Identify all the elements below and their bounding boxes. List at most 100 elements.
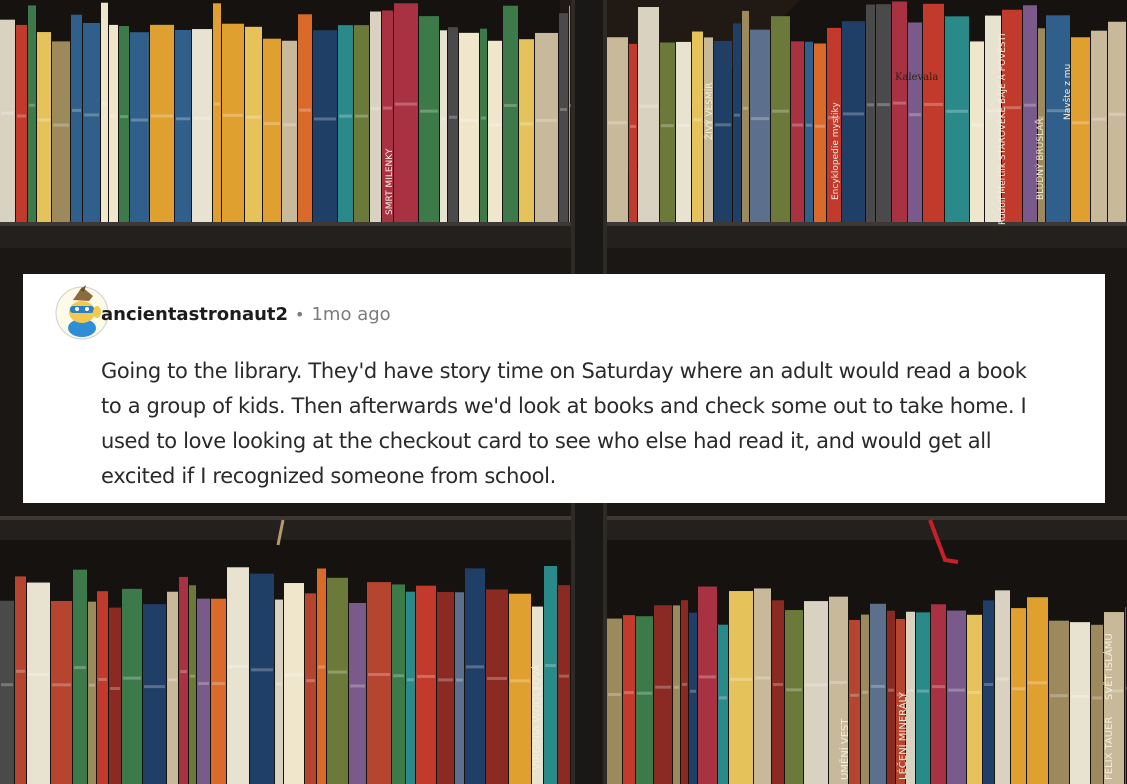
book-spine bbox=[250, 573, 274, 784]
spine-band bbox=[481, 116, 486, 120]
spine-band bbox=[772, 109, 789, 113]
spine-band bbox=[251, 668, 273, 672]
book-spine bbox=[1011, 608, 1026, 784]
spine-band bbox=[677, 123, 690, 127]
book-spine bbox=[908, 22, 922, 224]
spine-band bbox=[84, 113, 99, 117]
book-spine bbox=[535, 32, 558, 225]
spine-band bbox=[867, 103, 874, 107]
book-spine bbox=[282, 40, 297, 225]
spine-band bbox=[264, 122, 280, 126]
spine-band bbox=[674, 685, 679, 689]
spine-band bbox=[299, 108, 311, 112]
spine-band bbox=[190, 674, 195, 678]
spine-band bbox=[110, 686, 120, 690]
book-spine bbox=[16, 24, 27, 224]
spine-title: Encyklopedie mystiky bbox=[831, 102, 841, 200]
spine-band bbox=[449, 115, 457, 119]
book-spine bbox=[923, 3, 944, 225]
spine-band bbox=[407, 678, 414, 682]
spine-band bbox=[545, 664, 556, 668]
book-spine bbox=[465, 568, 485, 784]
username-link[interactable]: ancientastronaut2 bbox=[101, 304, 288, 325]
book-spine bbox=[354, 25, 369, 225]
book-spine bbox=[392, 584, 405, 784]
book-spine bbox=[367, 582, 391, 784]
book-spine bbox=[876, 4, 891, 225]
spine-band bbox=[38, 118, 50, 122]
book-spine bbox=[406, 591, 415, 784]
book-spine bbox=[945, 16, 969, 225]
book-spine bbox=[1108, 21, 1126, 224]
book-spine bbox=[305, 593, 316, 784]
spine-band bbox=[559, 674, 569, 678]
book-spine bbox=[27, 582, 50, 784]
book-spine bbox=[931, 604, 946, 784]
spine-band bbox=[168, 678, 177, 682]
spine-title: Kalevala bbox=[895, 72, 938, 83]
spine-band bbox=[815, 124, 825, 128]
book-spine bbox=[681, 600, 688, 784]
spine-band bbox=[520, 122, 533, 126]
book-spine bbox=[559, 13, 568, 225]
book-spine bbox=[394, 3, 418, 224]
book-spine bbox=[750, 29, 770, 224]
book-spine bbox=[503, 5, 518, 224]
book-spine bbox=[866, 4, 875, 225]
book-spine bbox=[791, 41, 804, 225]
spine-band bbox=[608, 121, 627, 125]
spine-band bbox=[510, 679, 530, 683]
book-spine bbox=[636, 616, 653, 784]
spine-band bbox=[877, 103, 890, 107]
spine-band bbox=[395, 102, 417, 106]
spine-title: Navšte z mu bbox=[1062, 64, 1073, 120]
spine-band bbox=[72, 108, 81, 112]
spine-band bbox=[932, 685, 945, 689]
spine-band bbox=[909, 113, 921, 117]
spine-band bbox=[350, 684, 365, 688]
spine-band bbox=[355, 114, 368, 118]
book-spine bbox=[419, 16, 439, 225]
spine-band bbox=[228, 664, 248, 668]
book-spine bbox=[660, 42, 675, 224]
spine-band bbox=[98, 677, 107, 681]
book-spine bbox=[983, 600, 994, 784]
spine-band bbox=[176, 117, 190, 121]
book-spine bbox=[101, 2, 108, 225]
book-spine bbox=[211, 598, 226, 784]
book-spine bbox=[558, 585, 570, 784]
spine-band bbox=[246, 115, 261, 119]
top-shelf-books bbox=[0, 1, 1126, 225]
spine-band bbox=[318, 665, 325, 669]
spine-band bbox=[786, 688, 802, 692]
spine-band bbox=[314, 117, 336, 121]
spine-band bbox=[1, 683, 13, 687]
spine-band bbox=[1092, 696, 1102, 700]
book-spine bbox=[1070, 622, 1090, 784]
spine-band bbox=[1024, 103, 1036, 107]
spine-band bbox=[339, 114, 352, 118]
book-spine bbox=[349, 603, 366, 784]
spine-band bbox=[223, 113, 243, 117]
spine-band bbox=[466, 665, 484, 669]
spine-band bbox=[1109, 112, 1125, 116]
book-spine bbox=[15, 576, 26, 784]
book-spine bbox=[689, 612, 697, 784]
spine-band bbox=[144, 685, 165, 689]
spine-band bbox=[893, 101, 906, 105]
book-spine bbox=[771, 16, 790, 225]
spine-band bbox=[734, 113, 740, 117]
spine-band bbox=[383, 106, 392, 110]
book-spine bbox=[804, 601, 828, 784]
spine-band bbox=[1050, 694, 1068, 698]
book-spine bbox=[629, 43, 637, 224]
book-spine bbox=[607, 37, 628, 225]
book-spine bbox=[638, 7, 659, 225]
spine-band bbox=[89, 683, 95, 687]
spine-band bbox=[120, 115, 128, 119]
book-spine bbox=[338, 25, 353, 225]
spine-band bbox=[456, 678, 463, 682]
book-spine bbox=[227, 567, 249, 784]
book-spine bbox=[1091, 30, 1107, 224]
spine-band bbox=[1071, 694, 1089, 698]
